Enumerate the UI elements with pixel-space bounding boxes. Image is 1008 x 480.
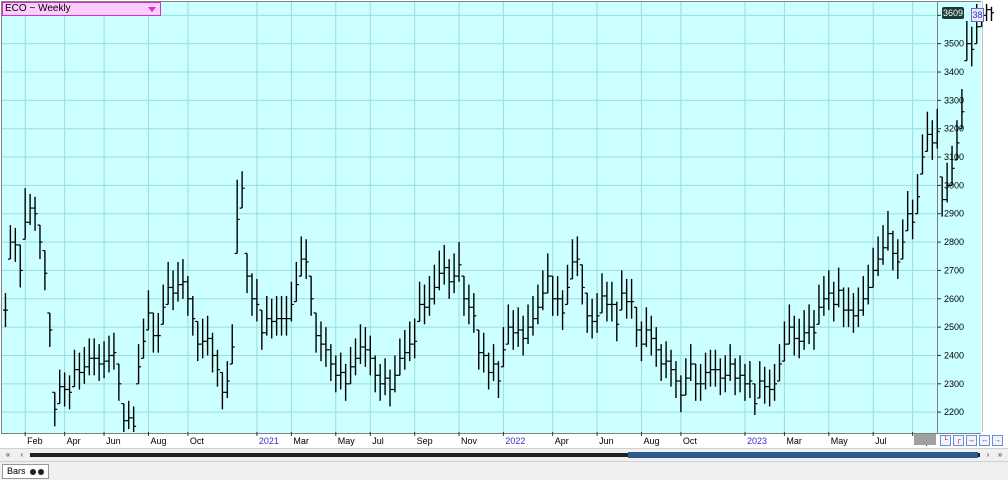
tab-bars[interactable]: Bars bbox=[2, 464, 50, 479]
x-axis-labels: Feb Apr Jun Aug Oct 2021 Mar May Jul Sep Nov 2022 Ap… bbox=[24, 432, 931, 446]
x-tick-label: 2021 bbox=[259, 436, 279, 446]
y-tick-label: 3200 bbox=[944, 124, 964, 134]
y-tick-label: 2300 bbox=[944, 379, 964, 389]
scroll-thumb[interactable] bbox=[628, 452, 978, 458]
x-tick-label: Sep bbox=[417, 436, 433, 446]
last-price-label: 3609 bbox=[942, 6, 964, 19]
nav-last-icon[interactable]: → bbox=[992, 435, 1003, 446]
x-tick-label: Aug bbox=[150, 436, 166, 446]
x-tick-label: Nov bbox=[461, 436, 478, 446]
nav-prev-icon[interactable]: ┌ bbox=[953, 435, 964, 446]
tab-dot-icon bbox=[38, 468, 45, 475]
nav-zoom-in-icon[interactable]: ↔ bbox=[966, 435, 977, 446]
x-tick-label: Jun bbox=[106, 436, 121, 446]
y-tick-label: 2600 bbox=[944, 294, 964, 304]
y-tick-label: 2900 bbox=[944, 209, 964, 219]
tab-bar: Bars bbox=[0, 462, 1008, 480]
y-tick-label: 2200 bbox=[944, 407, 964, 417]
tab-bars-label: Bars bbox=[7, 466, 26, 476]
y-tick-label: 3500 bbox=[944, 39, 964, 49]
bars-layer bbox=[2, 4, 994, 432]
horizontal-scrollbar[interactable]: « ‹ › » bbox=[0, 448, 1008, 462]
dropdown-arrow-icon[interactable] bbox=[148, 7, 156, 12]
x-tick-label: Feb bbox=[27, 436, 43, 446]
x-tick-label: Aug bbox=[643, 436, 659, 446]
scroll-last-icon[interactable]: » bbox=[994, 450, 1006, 460]
y-tick-label: 3000 bbox=[944, 180, 964, 190]
nav-zoom-out-icon[interactable]: ↔ bbox=[979, 435, 990, 446]
x-tick-label: Jun bbox=[599, 436, 614, 446]
x-tick-label: Apr bbox=[67, 436, 81, 446]
x-tick-label: 2022 bbox=[505, 436, 525, 446]
nav-first-icon[interactable]: └ bbox=[940, 435, 951, 446]
x-tick-label: Oct bbox=[190, 436, 205, 446]
scroll-first-icon[interactable]: « bbox=[2, 450, 14, 460]
symbol-selector[interactable]: ECO ~ Weekly bbox=[2, 2, 161, 16]
y-tick-label: 2700 bbox=[944, 265, 964, 275]
symbol-label: ECO ~ Weekly bbox=[5, 3, 71, 14]
grid-layer bbox=[2, 2, 936, 432]
y-tick-label: 3100 bbox=[944, 152, 964, 162]
y-tick-label: 3400 bbox=[944, 67, 964, 77]
y-tick-label: 2400 bbox=[944, 350, 964, 360]
y-tick-label: 2500 bbox=[944, 322, 964, 332]
x-tick-label: Jul bbox=[875, 436, 887, 446]
edge-badge[interactable]: 38 bbox=[971, 8, 984, 22]
chart-window: 2200 2300 2400 2500 2600 2700 2800 2900 3000 3100… bbox=[0, 0, 1008, 480]
scroll-left-icon[interactable]: ‹ bbox=[16, 450, 28, 460]
x-tick-label: Mar bbox=[786, 436, 802, 446]
tab-dot-icon bbox=[30, 468, 37, 475]
ohlc-chart: 2200 2300 2400 2500 2600 2700 2800 2900 3000 3100… bbox=[2, 2, 994, 446]
scroll-right-icon[interactable]: › bbox=[982, 450, 994, 460]
x-tick-label: May bbox=[338, 436, 356, 446]
y-tick-label: 2800 bbox=[944, 237, 964, 247]
x-axis-nav: └ ┌ ↔ ↔ → bbox=[938, 434, 1006, 446]
y-axis-labels: 2200 2300 2400 2500 2600 2700 2800 2900 3000 3100… bbox=[937, 10, 964, 417]
x-tick-label: Apr bbox=[555, 436, 569, 446]
x-tick-label: Oct bbox=[683, 436, 698, 446]
x-axis-cursor-highlight bbox=[914, 434, 936, 445]
x-tick-label: 2023 bbox=[747, 436, 767, 446]
x-tick-label: Mar bbox=[293, 436, 309, 446]
y-tick-label: 3300 bbox=[944, 95, 964, 105]
x-tick-label: May bbox=[831, 436, 849, 446]
x-tick-label: Jul bbox=[372, 436, 384, 446]
